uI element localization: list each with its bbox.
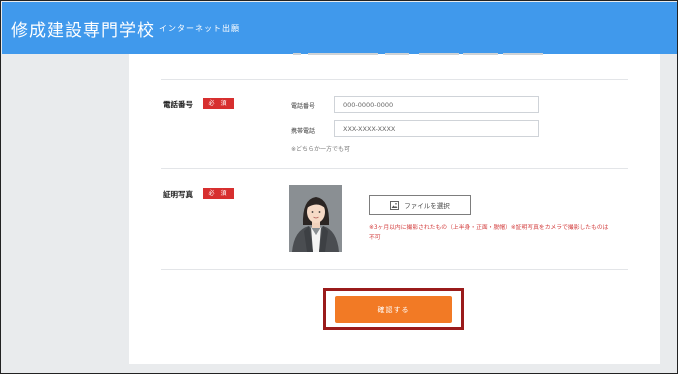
previous-row-remnant: [163, 49, 545, 59]
school-name: 修成建設専門学校: [11, 21, 155, 41]
file-select-button[interactable]: ファイルを選択: [369, 195, 471, 215]
mobile-phone-input[interactable]: [334, 120, 539, 137]
image-file-icon: [390, 200, 400, 210]
required-badge: 必 須: [203, 188, 234, 199]
photo-warning: ※3ヶ月以内に撮影されたもの（上半身・正面・脱帽）※証明写真をカメラで撮影したも…: [369, 225, 609, 241]
divider: [161, 168, 628, 169]
home-phone-label: 電話番号: [291, 103, 316, 110]
file-select-label: ファイルを選択: [404, 202, 450, 210]
divider: [161, 79, 628, 80]
photo-row-label: 証明写真: [163, 190, 193, 199]
site-header: 修成建設専門学校 インターネット出願: [2, 2, 677, 54]
mobile-phone-label: 携帯電話: [291, 128, 316, 135]
required-badge: 必 須: [203, 98, 234, 109]
phone-row-label: 電話番号: [163, 100, 193, 109]
confirm-button[interactable]: 確認する: [335, 296, 452, 323]
home-phone-input[interactable]: [334, 96, 539, 113]
person-photo-icon: [289, 185, 342, 252]
phone-note: ※どちらか一方でも可: [291, 146, 351, 153]
header-subtitle: インターネット出願: [159, 24, 240, 33]
divider: [161, 269, 628, 270]
id-photo-preview: [289, 185, 342, 252]
screen-frame: 修成建設専門学校 インターネット出願 電話番号 必 須 電話番号 携帯電話 ※ど…: [0, 0, 678, 374]
